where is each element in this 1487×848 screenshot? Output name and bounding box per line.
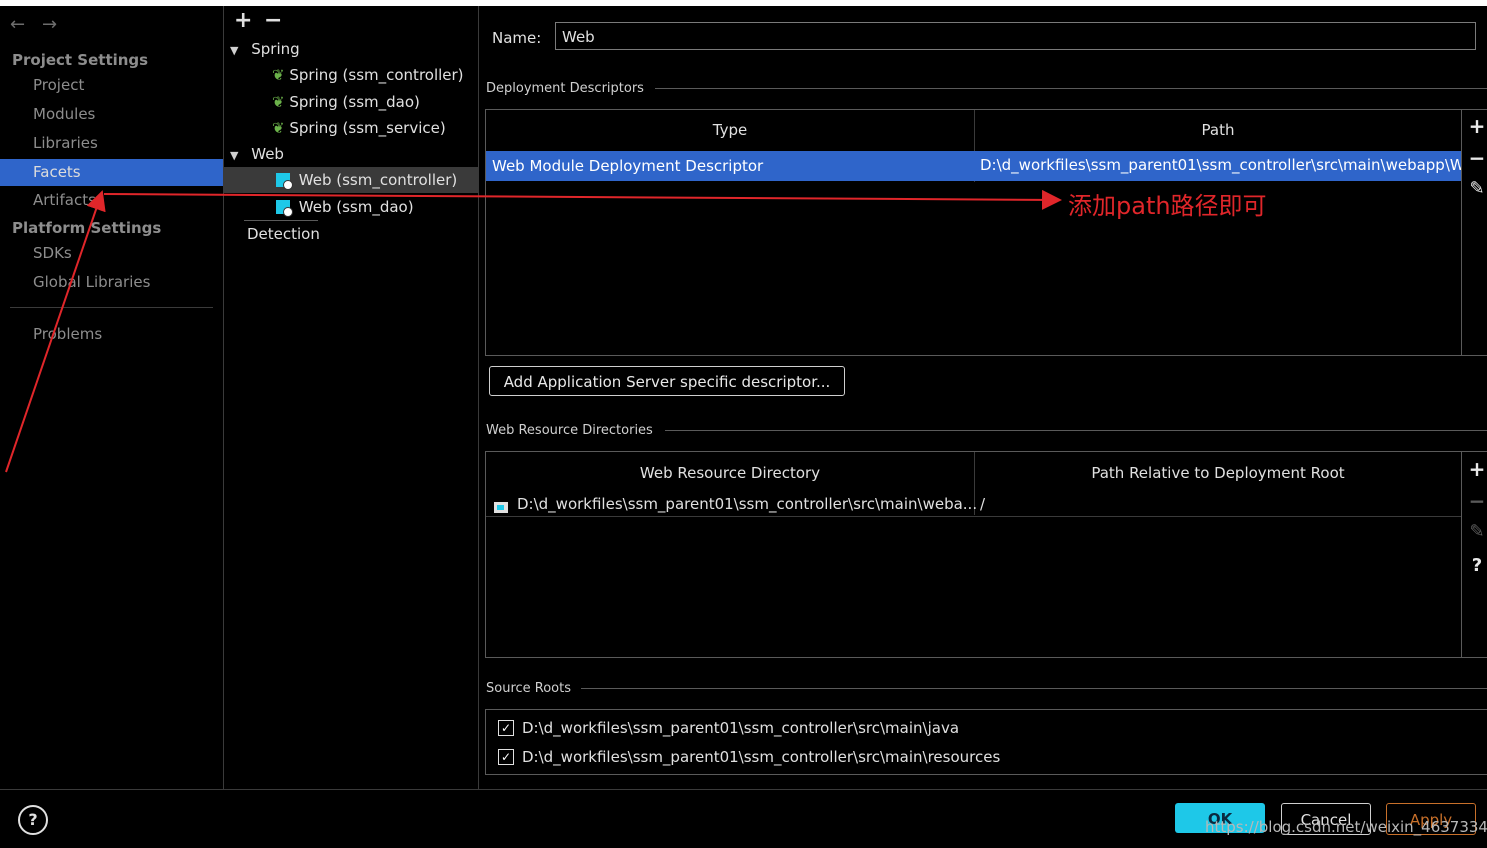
annotation-text: 添加path路径即可	[1068, 192, 1267, 220]
annotation-overlay	[5, 189, 1062, 473]
annotation-arrow-right	[103, 189, 1062, 210]
annotation-arrow-up	[5, 190, 106, 473]
